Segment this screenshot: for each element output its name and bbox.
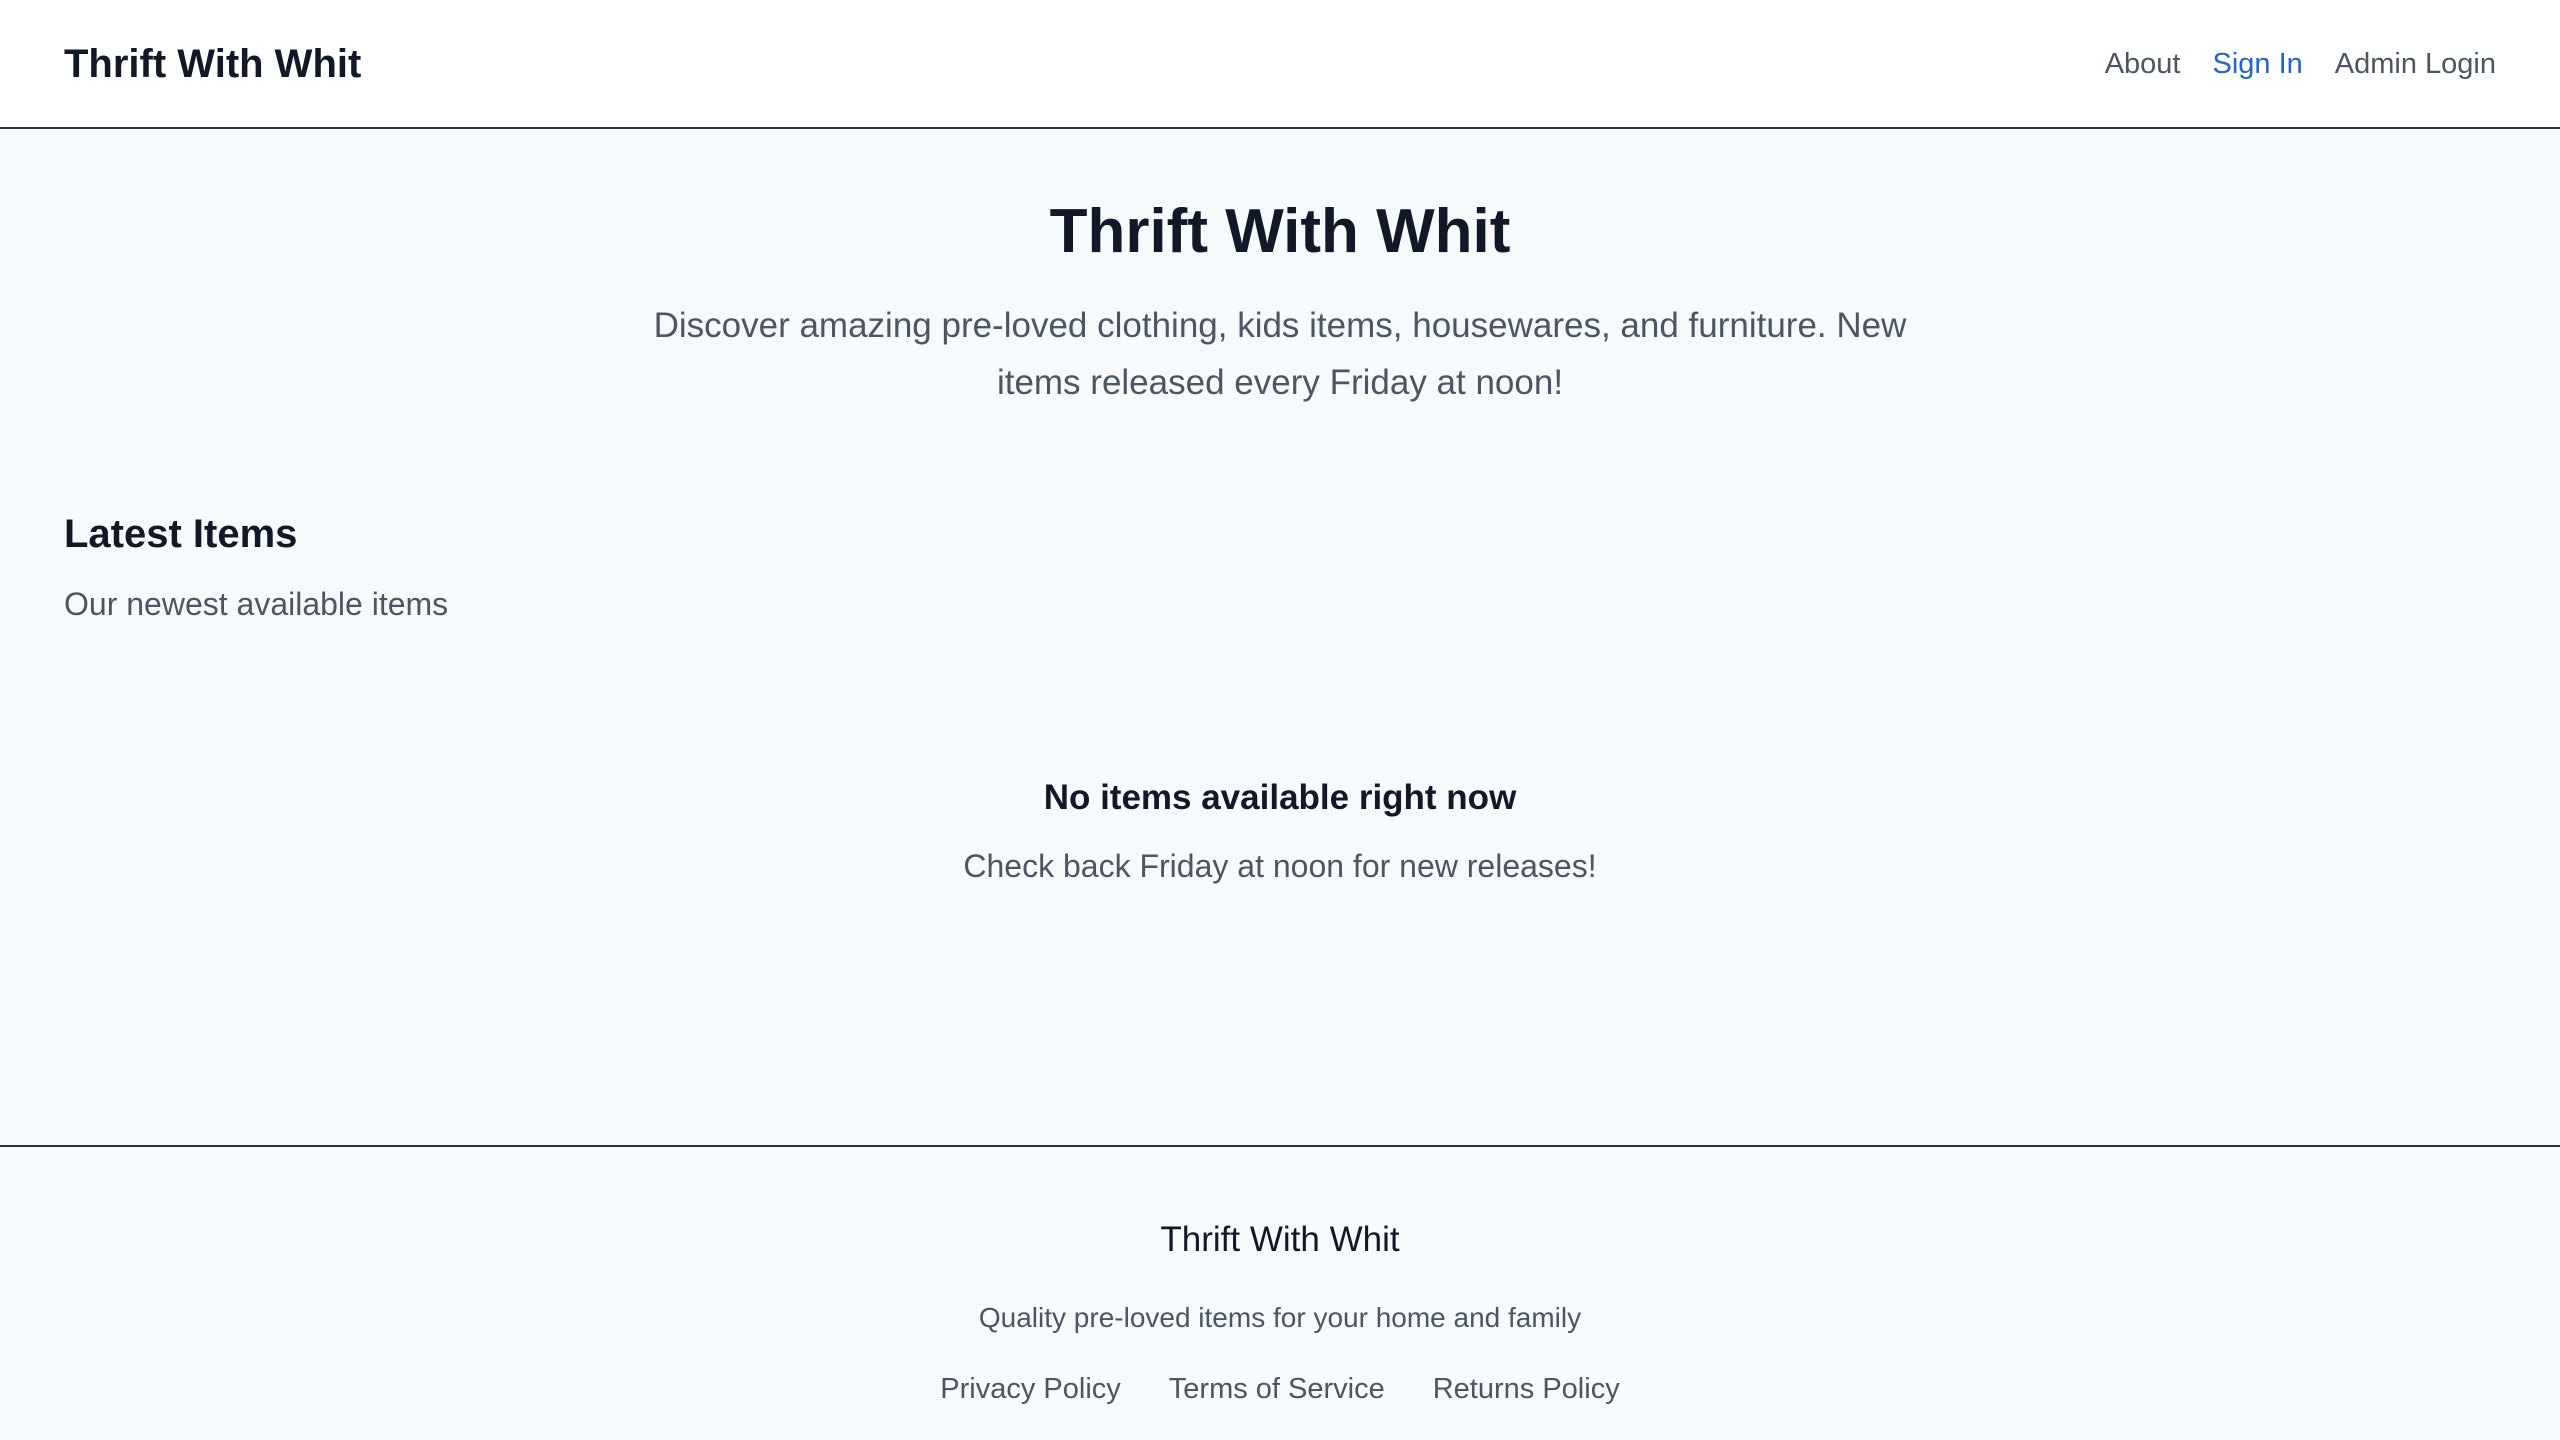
footer-tagline: Quality pre-loved items for your home an… [978,1302,1582,1333]
hero-title: Thrift With Whit [1049,197,1511,266]
nav-link-about[interactable]: About [2105,44,2181,84]
footer-link-terms-of-service[interactable]: Terms of Service [1169,1370,1385,1408]
site-header: Thrift With Whit About Sign In Admin Log… [0,0,2560,129]
latest-items-title: Latest Items [64,512,298,556]
footer-links: Privacy Policy Terms of Service Returns … [0,1370,2560,1408]
footer-link-returns-policy[interactable]: Returns Policy [1433,1370,1620,1408]
empty-state-message: Check back Friday at noon for new releas… [963,848,1597,884]
site-logo-link[interactable]: Thrift With Whit [64,40,361,88]
main-nav: About Sign In Admin Login [2105,44,2496,84]
hero-subtitle: Discover amazing pre-loved clothing, kid… [653,306,1907,402]
nav-link-admin-login[interactable]: Admin Login [2335,44,2496,84]
footer-brand: Thrift With Whit [1160,1220,1400,1259]
latest-items-subtitle: Our newest available items [64,586,449,622]
page: Thrift With Whit About Sign In Admin Log… [0,0,2560,1440]
empty-state-title: No items available right now [1043,778,1517,817]
footer-link-privacy-policy[interactable]: Privacy Policy [940,1370,1121,1408]
nav-link-sign-in[interactable]: Sign In [2212,44,2302,84]
site-footer: Thrift With Whit Quality pre-loved items… [0,1145,2560,1440]
